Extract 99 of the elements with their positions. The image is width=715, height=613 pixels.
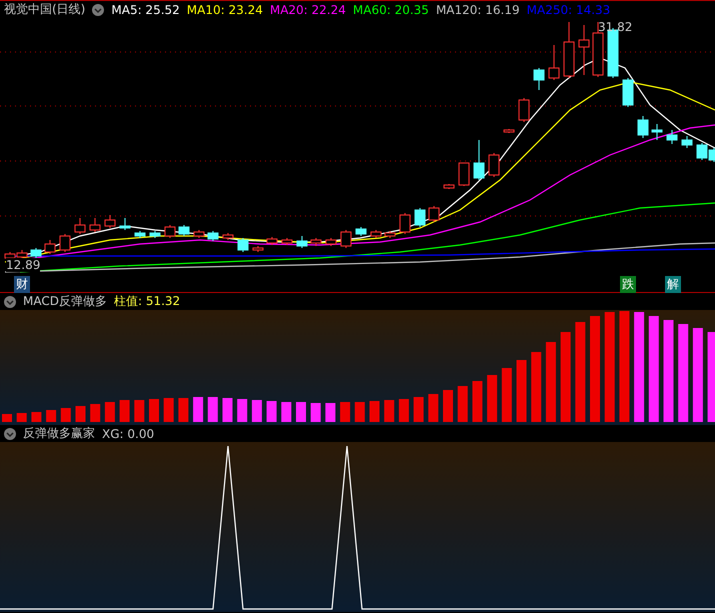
candlestick [534,68,544,90]
indicator-value: MA10: 23.24 [186,2,263,16]
candlestick [104,214,116,228]
indicator-title: MACD反弹做多 [23,293,107,310]
indicator-value: MA5: 25.52 [111,2,180,16]
histogram-bar [31,412,42,422]
signal-badge: 财 [14,276,30,293]
candlestick [164,224,176,238]
histogram-bar [531,352,542,422]
candlestick [548,44,560,80]
histogram-bar [384,400,394,422]
histogram-bar [414,397,424,422]
histogram-bar [472,381,482,422]
candlestick [564,22,574,78]
histogram-bar [370,401,380,422]
indicator-title: 反弹做多赢家 [23,425,95,442]
candlestick [296,236,308,248]
candlestick [90,218,100,232]
indicator-value: MA120: 16.19 [436,2,520,16]
histogram-bar [104,402,115,422]
histogram-bar [193,397,204,422]
candlestick [194,230,204,238]
dropdown-icon[interactable] [92,4,104,16]
histogram-bar [458,386,468,422]
indicator-value: MA250: 14.33 [526,2,610,16]
candlestick [222,232,234,240]
candlestick [638,116,648,138]
candlestick [30,248,42,258]
histogram-bar [16,413,27,422]
histogram-bar [120,400,130,422]
candlestick [282,238,292,246]
candlestick [400,212,410,234]
histogram-bar [502,368,512,422]
histogram-bar [296,402,306,422]
candlestick [178,224,190,236]
histogram-bar [443,390,453,422]
indicator-value: XG: 0.00 [102,426,154,440]
candlestick [44,240,56,254]
histogram-bar [237,399,248,422]
candlestick [120,218,130,230]
candlestick [16,250,28,260]
candlestick [238,238,248,252]
histogram-bar [178,398,188,422]
chart-title: 视觉中国(日线) [4,1,86,18]
candlestick [310,238,322,246]
histogram-bar [281,402,292,422]
histogram-bar [134,400,144,422]
histogram-bar [487,375,498,422]
histogram-bar [516,360,526,422]
histogram-bar [310,403,321,422]
histogram-bar [252,400,262,422]
histogram-bar [149,399,159,422]
signal-badge: 跌 [620,276,636,293]
histogram-bar [340,402,350,422]
low-price-label: 12.89 [6,258,40,272]
candlestick [428,206,440,222]
candlestick [578,24,590,76]
histogram-bar [60,408,71,422]
indicator-value: MA60: 20.35 [352,2,429,16]
histogram-bar [76,406,86,422]
candlestick [458,162,470,186]
candlestick [326,238,336,246]
candlestick [666,130,678,144]
candlestick [266,236,278,246]
histogram-bar [208,397,218,422]
candlestick [504,128,514,134]
candlestick [356,226,366,236]
candlestick [488,152,500,178]
candlestick [682,136,692,148]
candlestick [384,230,396,238]
histogram-bar [325,403,336,422]
candlestick [444,184,454,190]
dropdown-icon[interactable] [4,296,16,308]
candlestick [134,230,146,238]
high-price-label: 31.82 [598,20,632,34]
indicator-value: 柱值: 51.32 [114,293,180,310]
signal-badge: 解 [665,276,681,293]
candlestick [518,98,530,122]
histogram-bar [46,410,56,422]
candlestick [370,230,382,238]
histogram-bar [398,399,409,422]
histogram-bar [266,401,277,422]
histogram-bar [354,402,365,422]
candlestick [74,218,86,234]
candlestick [340,230,352,248]
candlestick [474,140,484,180]
candlestick [414,208,426,228]
histogram-bar [90,404,100,422]
candlestick [622,78,634,108]
histogram-bar [428,394,438,422]
indicator-value: MA20: 22.24 [270,2,346,16]
candlestick [652,124,662,140]
candlestick [208,230,218,242]
dropdown-icon[interactable] [4,428,16,440]
histogram-bar [164,398,174,422]
candlestick [60,234,70,252]
histogram-bar [2,414,12,422]
histogram-bar [222,398,232,422]
candlestick [150,230,160,238]
